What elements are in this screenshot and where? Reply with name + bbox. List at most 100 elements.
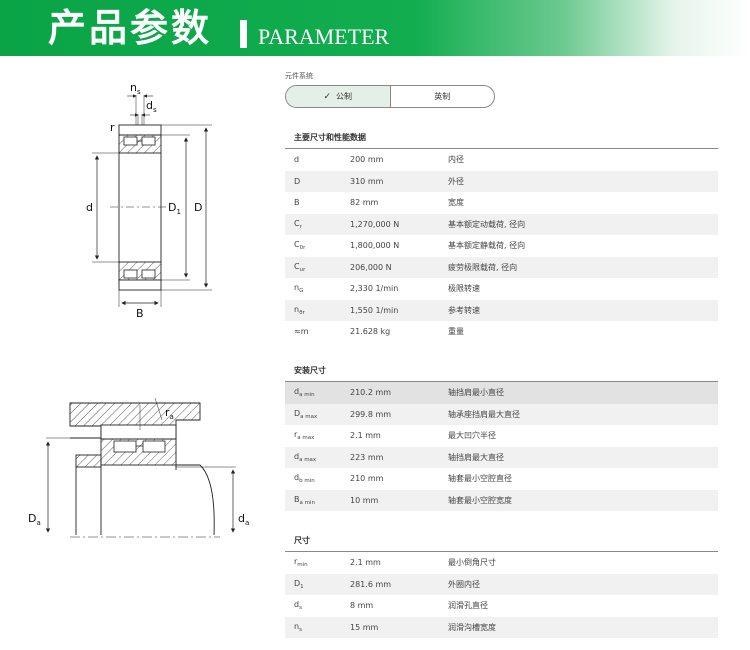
- param-value: 21.628 kg: [350, 327, 391, 337]
- label-B: B: [136, 307, 144, 320]
- param-description: 轴套最小空腔直径: [448, 474, 512, 484]
- table-row: D1 281.6 mm 外圈内径: [285, 573, 718, 595]
- param-value: 2.1 mm: [350, 558, 381, 568]
- param-description: 润滑沟槽宽度: [448, 622, 496, 632]
- table-row: ≈m 21.628 kg 重量: [285, 321, 718, 343]
- param-symbol: Cur: [285, 262, 350, 273]
- param-symbol: nG: [285, 283, 350, 294]
- param-value: 82 mm: [350, 198, 379, 208]
- param-description: 外圈内径: [448, 579, 480, 589]
- label-ds: ds: [146, 99, 157, 114]
- section-title-mounting: 安装尺寸: [294, 366, 326, 375]
- param-symbol: B: [285, 198, 350, 207]
- param-symbol-main: B: [294, 198, 300, 208]
- unit-system-label: 元件系统: [285, 72, 313, 80]
- label-Da: Da: [28, 512, 41, 527]
- param-symbol-subscript: s: [299, 605, 302, 612]
- param-symbol-subscript: s: [299, 626, 302, 633]
- param-value: 299.8 mm: [350, 409, 392, 419]
- param-symbol-main: d: [294, 155, 300, 165]
- param-description: 润滑孔直径: [448, 601, 488, 611]
- param-symbol-subscript: a max: [299, 456, 317, 463]
- param-symbol: da min: [285, 387, 350, 398]
- param-symbol: ds: [285, 600, 350, 611]
- param-symbol-subscript: a min: [299, 392, 315, 399]
- param-symbol-subscript: a max: [300, 413, 318, 420]
- table-row: db min 210 mm 轴套最小空腔直径: [285, 468, 718, 490]
- check-icon: ✓: [323, 91, 332, 102]
- label-r: r: [110, 121, 115, 134]
- label-ns: ns: [130, 81, 141, 96]
- param-symbol-subscript: a max: [297, 435, 315, 442]
- param-symbol-subscript: ϑr: [299, 309, 305, 316]
- unit-system-toggle: ✓ 公制 英制: [285, 85, 495, 108]
- param-symbol: Da max: [285, 409, 350, 420]
- param-description: 基本额定静载荷, 径向: [448, 241, 526, 251]
- param-symbol-subscript: r: [299, 223, 302, 230]
- table-row: C0r 1,800,000 N 基本额定静载荷, 径向: [285, 235, 718, 257]
- section-title-main: 主要尺寸和性能数据: [294, 133, 366, 142]
- param-symbol-main: D: [294, 176, 301, 186]
- param-symbol: d: [285, 155, 350, 164]
- param-description: 宽度: [448, 198, 464, 208]
- param-symbol: Ba min: [285, 495, 350, 506]
- param-symbol: da max: [285, 452, 350, 463]
- param-value: 8 mm: [350, 601, 374, 611]
- param-description: 轴套最小空腔宽度: [448, 495, 512, 505]
- table-row: Ba min 10 mm 轴套最小空腔宽度: [285, 489, 718, 511]
- param-symbol: db min: [285, 473, 350, 484]
- param-description: 基本额定动载荷, 径向: [448, 219, 526, 229]
- param-symbol-subscript: ur: [299, 266, 306, 273]
- section-title-dimensions: 尺寸: [294, 536, 310, 545]
- table-row: da min 210.2 mm 轴挡肩最小直径: [285, 382, 718, 404]
- table-row: ds 8 mm 润滑孔直径: [285, 595, 718, 617]
- label-D1: D1: [168, 201, 181, 216]
- table-row: rmin 2.1 mm 最小倒角尺寸: [285, 552, 718, 574]
- param-value: 281.6 mm: [350, 579, 392, 589]
- table-row: Da max 299.8 mm 轴承座挡肩最大直径: [285, 403, 718, 425]
- table-row: da max 223 mm 轴挡肩最大直径: [285, 446, 718, 468]
- param-symbol: ra max: [285, 430, 350, 441]
- param-symbol-subscript: 1: [300, 583, 304, 590]
- param-description: 最小倒角尺寸: [448, 558, 496, 568]
- param-symbol: ≈m: [285, 327, 350, 336]
- param-symbol-main: ≈m: [294, 327, 309, 337]
- imperial-option[interactable]: 英制: [391, 86, 495, 107]
- table-row: Cr 1,270,000 N 基本额定动载荷, 径向: [285, 213, 718, 235]
- param-description: 内径: [448, 155, 464, 165]
- param-symbol: D1: [285, 579, 350, 590]
- param-value: 10 mm: [350, 495, 379, 505]
- dimensions-table: rmin 2.1 mm 最小倒角尺寸 D1 281.6 mm 外圈内径 ds 8 mm 润滑孔直…: [285, 552, 718, 638]
- param-value: 15 mm: [350, 622, 379, 632]
- param-description: 参考转速: [448, 305, 480, 315]
- param-description: 轴挡肩最小直径: [448, 388, 504, 398]
- label-d: d: [86, 201, 93, 214]
- main-dimensions-table: d 200 mm 内径 D 310 mm 外径 B 82 mm 宽度 Cr 1,270,000 N 基…: [285, 149, 718, 343]
- param-description: 疲劳极限载荷, 径向: [448, 262, 518, 272]
- param-symbol: ns: [285, 622, 350, 633]
- metric-option-label: 公制: [336, 92, 353, 101]
- table-row: ra max 2.1 mm 最大凹穴半径: [285, 425, 718, 447]
- imperial-option-label: 英制: [434, 92, 451, 101]
- table-row: ns 15 mm 润滑沟槽宽度: [285, 616, 718, 638]
- param-value: 210 mm: [350, 474, 384, 484]
- param-value: 206,000 N: [350, 262, 392, 272]
- param-symbol: rmin: [285, 557, 350, 568]
- mounting-drawing: [45, 397, 236, 538]
- param-symbol: D: [285, 177, 350, 186]
- param-value: 1,270,000 N: [350, 219, 400, 229]
- label-da: da: [238, 512, 249, 527]
- table-row: Cur 206,000 N 疲劳极限载荷, 径向: [285, 256, 718, 278]
- param-symbol-subscript: min: [297, 562, 308, 569]
- table-row: D 310 mm 外径: [285, 170, 718, 192]
- mounting-dimensions-table: da min 210.2 mm 轴挡肩最小直径 Da max 299.8 mm 轴承座挡肩…: [285, 382, 718, 511]
- param-value: 1,550 1/min: [350, 305, 399, 315]
- metric-option[interactable]: ✓ 公制: [286, 86, 391, 107]
- param-description: 轴挡肩最大直径: [448, 452, 504, 462]
- param-description: 重量: [448, 327, 464, 337]
- param-description: 最大凹穴半径: [448, 431, 496, 441]
- param-value: 200 mm: [350, 155, 384, 165]
- param-value: 310 mm: [350, 176, 384, 186]
- bearing-drawings: ns ds r d D1 D B ra Da da: [28, 81, 249, 538]
- table-row: nG 2,330 1/min 极限转速: [285, 278, 718, 300]
